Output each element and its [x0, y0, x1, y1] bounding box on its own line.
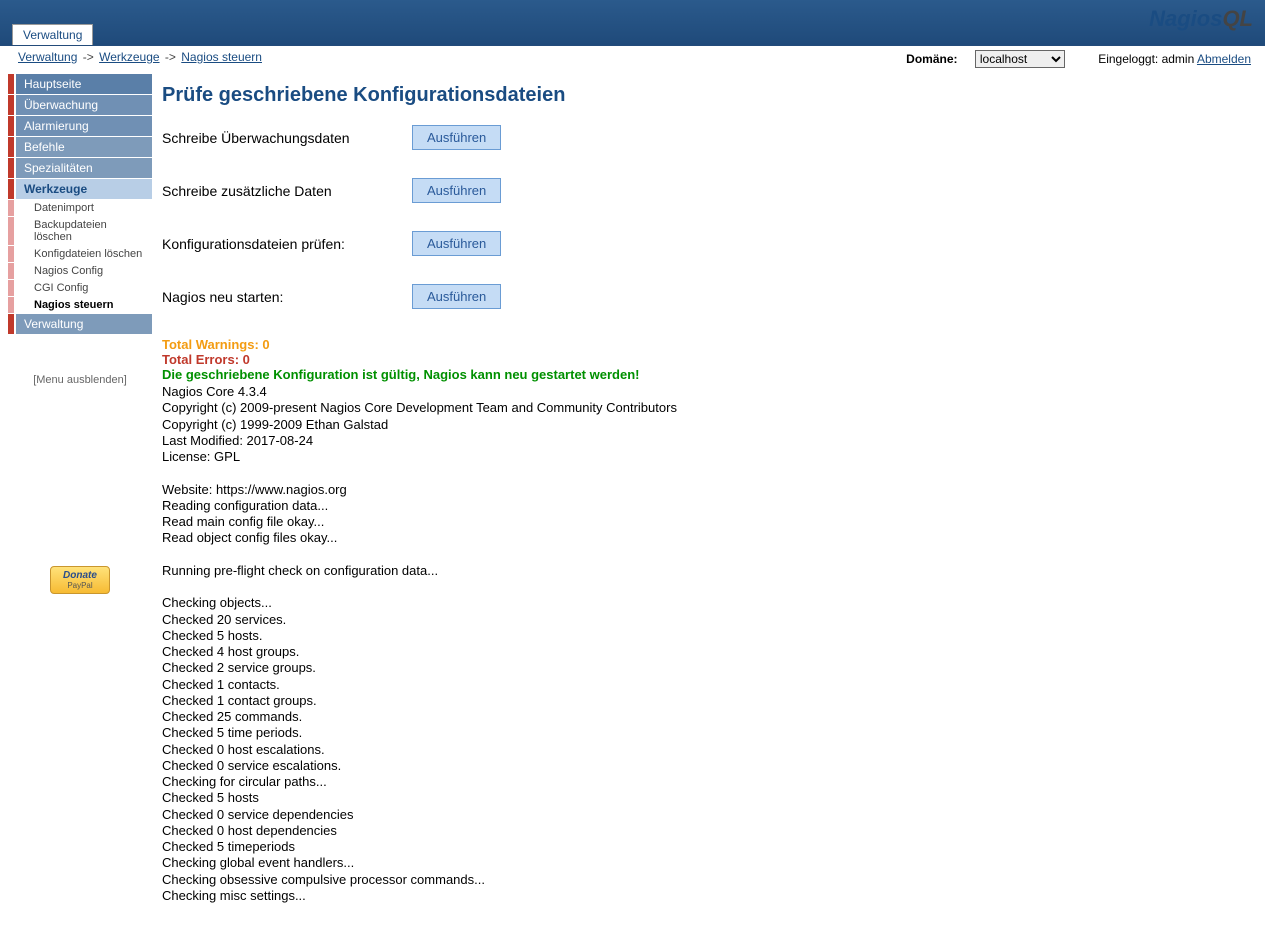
- action-label: Nagios neu starten:: [162, 289, 412, 305]
- nav-sub-control[interactable]: Nagios steuern: [8, 297, 152, 313]
- nav-monitoring[interactable]: Überwachung: [8, 95, 152, 115]
- execute-button[interactable]: Ausführen: [412, 231, 501, 256]
- total-warnings: Total Warnings: 0: [162, 337, 1245, 352]
- breadcrumb-sep: ->: [83, 50, 94, 64]
- nav-main[interactable]: Hauptseite: [8, 74, 152, 94]
- nav-admin[interactable]: Verwaltung: [8, 314, 152, 334]
- action-label: Konfigurationsdateien prüfen:: [162, 236, 412, 252]
- domain-label: Domäne:: [906, 52, 957, 66]
- logo: NagiosQL: [1149, 6, 1253, 32]
- action-check-config: Konfigurationsdateien prüfen: Ausführen: [162, 231, 1245, 256]
- info-row: Verwaltung -> Werkzeuge -> Nagios steuer…: [0, 46, 1265, 70]
- domain-select[interactable]: localhost: [975, 50, 1065, 68]
- breadcrumb-link-3[interactable]: Nagios steuern: [181, 50, 262, 64]
- nav-alarming[interactable]: Alarmierung: [8, 116, 152, 136]
- success-message: Die geschriebene Konfiguration ist gülti…: [162, 367, 1245, 382]
- nav-sub-delbackup[interactable]: Backupdateien löschen: [8, 217, 152, 245]
- nav-commands[interactable]: Befehle: [8, 137, 152, 157]
- execute-button[interactable]: Ausführen: [412, 178, 501, 203]
- nagios-output: Nagios Core 4.3.4 Copyright (c) 2009-pre…: [162, 384, 1245, 904]
- header-right: Domäne: localhost Eingeloggt: admin Abme…: [906, 50, 1251, 68]
- action-write-additional: Schreibe zusätzliche Daten Ausführen: [162, 178, 1245, 203]
- top-bar: Verwaltung NagiosQL: [0, 0, 1265, 46]
- hide-menu-link[interactable]: [Menu ausblenden]: [8, 374, 152, 386]
- nav-sub-cgicfg[interactable]: CGI Config: [8, 280, 152, 296]
- login-info: Eingeloggt: admin: [1098, 52, 1194, 66]
- action-write-monitoring: Schreibe Überwachungsdaten Ausführen: [162, 125, 1245, 150]
- sidebar: Hauptseite Überwachung Alarmierung Befeh…: [0, 70, 152, 594]
- total-errors: Total Errors: 0: [162, 352, 1245, 367]
- action-label: Schreibe zusätzliche Daten: [162, 183, 412, 199]
- content: Prüfe geschriebene Konfigurationsdateien…: [152, 70, 1265, 944]
- nav-sub-import[interactable]: Datenimport: [8, 200, 152, 216]
- nav-sub-delconfig[interactable]: Konfigdateien löschen: [8, 246, 152, 262]
- execute-button[interactable]: Ausführen: [412, 125, 501, 150]
- breadcrumb-link-1[interactable]: Verwaltung: [18, 50, 77, 64]
- donate-area: DonatePayPal: [8, 566, 152, 594]
- nav-sub-nagioscfg[interactable]: Nagios Config: [8, 263, 152, 279]
- donate-button[interactable]: DonatePayPal: [50, 566, 110, 594]
- nav-specials[interactable]: Spezialitäten: [8, 158, 152, 178]
- execute-button[interactable]: Ausführen: [412, 284, 501, 309]
- breadcrumb: Verwaltung -> Werkzeuge -> Nagios steuer…: [18, 50, 262, 64]
- breadcrumb-sep: ->: [165, 50, 176, 64]
- logout-link[interactable]: Abmelden: [1197, 52, 1251, 66]
- action-restart-nagios: Nagios neu starten: Ausführen: [162, 284, 1245, 309]
- action-label: Schreibe Überwachungsdaten: [162, 130, 412, 146]
- tab-verwaltung[interactable]: Verwaltung: [12, 24, 93, 45]
- nav-tools[interactable]: Werkzeuge: [8, 179, 152, 199]
- page-title: Prüfe geschriebene Konfigurationsdateien: [162, 84, 1245, 107]
- breadcrumb-link-2[interactable]: Werkzeuge: [99, 50, 159, 64]
